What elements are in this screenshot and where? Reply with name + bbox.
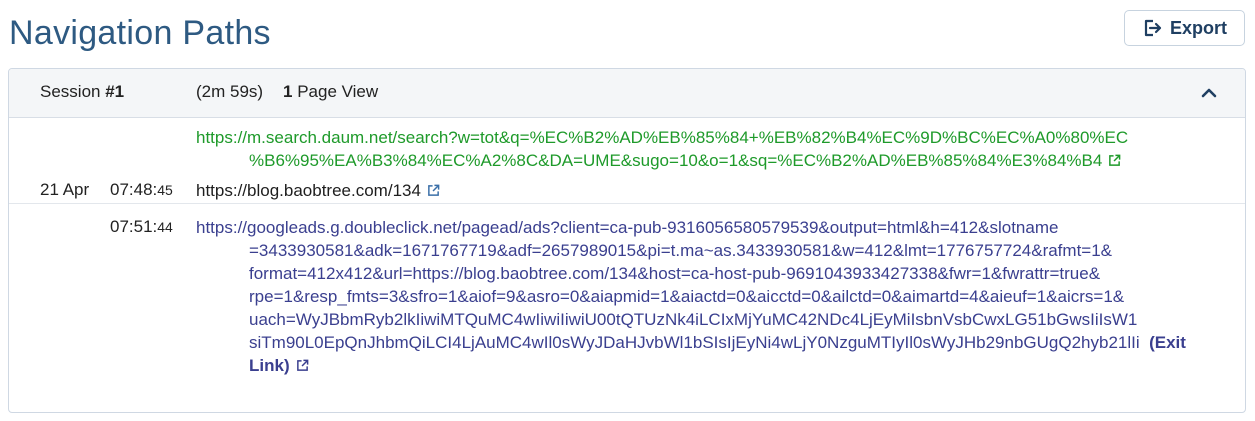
session-number: #1 — [105, 82, 125, 101]
entry-date: 21 Apr — [40, 180, 90, 199]
referrer-url[interactable]: https://m.search.daum.net/search?w=tot&q… — [196, 126, 1241, 172]
page-url[interactable]: https://blog.baobtree.com/134 — [196, 179, 440, 202]
export-button[interactable]: Export — [1124, 10, 1245, 46]
entry-time: 07:48:45 — [110, 180, 173, 199]
external-link-icon[interactable] — [1108, 154, 1121, 167]
session-header[interactable]: Session #1 (2m 59s) 1 Page View — [9, 69, 1245, 118]
export-icon — [1144, 19, 1162, 37]
exit-link-label: (Exit — [1149, 333, 1186, 352]
external-link-icon[interactable] — [427, 184, 440, 197]
session-duration: (2m 59s) — [196, 82, 264, 101]
external-link-icon[interactable] — [296, 359, 309, 372]
session-title: Session #1 — [40, 82, 125, 101]
divider — [9, 203, 1245, 204]
exit-url[interactable]: https://googleads.g.doubleclick.net/page… — [196, 216, 1241, 377]
session-pageviews: 1 Page View — [283, 82, 379, 101]
exit-time: 07:51:44 — [110, 217, 173, 236]
chevron-up-icon[interactable] — [1199, 83, 1219, 103]
export-label: Export — [1169, 17, 1227, 38]
page-title: Navigation Paths — [9, 14, 271, 52]
session-panel: Session #1 (2m 59s) 1 Page View https://… — [8, 68, 1246, 413]
